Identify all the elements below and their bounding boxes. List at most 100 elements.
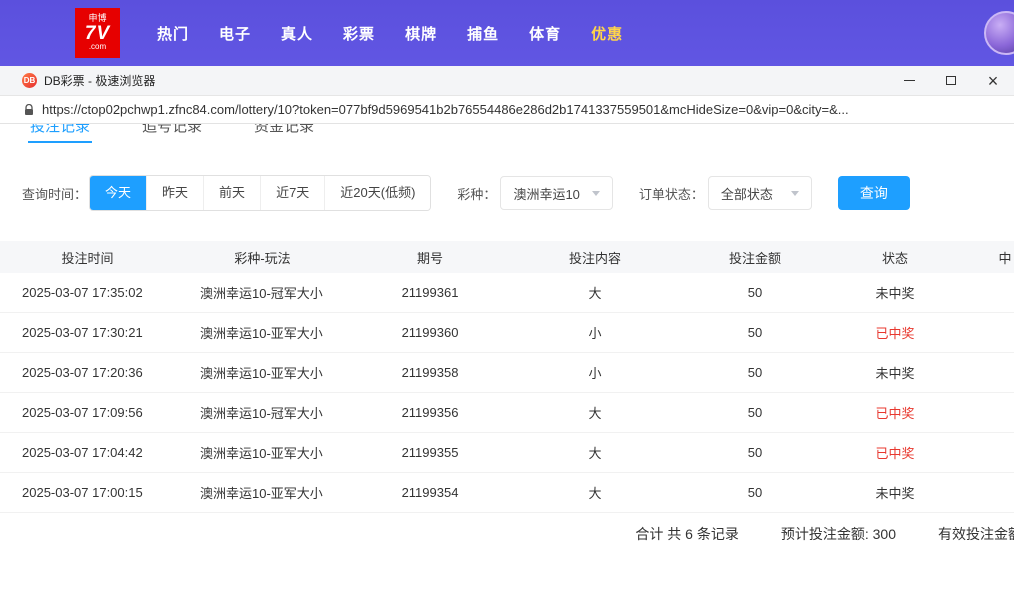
tab-bet-records[interactable]: 投注记录 bbox=[28, 124, 92, 143]
table-row: 2025-03-07 17:09:56 澳洲幸运10-冠军大小 21199356… bbox=[0, 393, 1014, 433]
cell-bet-time: 2025-03-07 17:09:56 bbox=[0, 405, 175, 420]
cell-bet-amount: 50 bbox=[680, 445, 830, 460]
cell-status: 未中奖 bbox=[830, 363, 960, 382]
time-option-today[interactable]: 今天 bbox=[90, 176, 146, 210]
cell-bet-content: 大 bbox=[510, 483, 680, 502]
table-header-row: 投注时间 彩种-玩法 期号 投注内容 投注金额 状态 中 bbox=[0, 241, 1014, 273]
time-range-group: 今天 昨天 前天 近7天 近20天(低频) bbox=[89, 175, 431, 211]
header-bet-content: 投注内容 bbox=[510, 248, 680, 267]
logo-sub-text: .com bbox=[89, 43, 106, 51]
cell-bet-amount: 50 bbox=[680, 365, 830, 380]
cell-bet-time: 2025-03-07 17:00:15 bbox=[0, 485, 175, 500]
close-icon: × bbox=[988, 72, 999, 90]
header-bet-time: 投注时间 bbox=[0, 248, 175, 267]
summary-bar: 合计 共 6 条记录 预计投注金额: 300 有效投注金额 bbox=[0, 513, 1014, 555]
cell-bet-amount: 50 bbox=[680, 405, 830, 420]
cell-issue: 21199361 bbox=[350, 285, 510, 300]
cell-issue: 21199356 bbox=[350, 405, 510, 420]
cell-bet-amount: 50 bbox=[680, 325, 830, 340]
search-button[interactable]: 查询 bbox=[838, 176, 910, 210]
cell-status: 已中奖 bbox=[830, 403, 960, 422]
nav-item-hot[interactable]: 热门 bbox=[142, 23, 204, 44]
cell-status: 已中奖 bbox=[830, 323, 960, 342]
header-status: 状态 bbox=[830, 248, 960, 267]
header-game-play: 彩种-玩法 bbox=[175, 248, 350, 267]
lottery-select[interactable]: 澳洲幸运10 bbox=[500, 176, 612, 210]
url-text: https://ctop02pchwp1.zfnc84.com/lottery/… bbox=[42, 102, 849, 117]
summary-total-records: 合计 共 6 条记录 bbox=[635, 524, 738, 544]
cell-game-play: 澳洲幸运10-亚军大小 bbox=[175, 323, 350, 342]
site-logo[interactable]: 申博 7V .com bbox=[75, 8, 120, 58]
cell-status: 未中奖 bbox=[830, 283, 960, 302]
cell-game-play: 澳洲幸运10-冠军大小 bbox=[175, 283, 350, 302]
tab-chase-records[interactable]: 追号记录 bbox=[140, 124, 204, 143]
maximize-icon bbox=[946, 76, 956, 85]
browser-window: DB DB彩票 - 极速浏览器 × https://ctop02pchwp1.z… bbox=[0, 66, 1014, 597]
tab-fund-records[interactable]: 资金记录 bbox=[252, 124, 316, 143]
cell-status: 已中奖 bbox=[830, 443, 960, 462]
header-win-amount-clipped: 中 bbox=[960, 248, 1014, 267]
cell-issue: 21199355 bbox=[350, 445, 510, 460]
db-app-icon: DB bbox=[22, 73, 37, 88]
main-menu: 热门 电子 真人 彩票 棋牌 捕鱼 体育 优惠 bbox=[142, 23, 638, 44]
minimize-icon bbox=[904, 80, 915, 81]
nav-item-fishing[interactable]: 捕鱼 bbox=[452, 23, 514, 44]
cell-bet-amount: 50 bbox=[680, 485, 830, 500]
cell-bet-amount: 50 bbox=[680, 285, 830, 300]
cell-game-play: 澳洲幸运10-冠军大小 bbox=[175, 403, 350, 422]
order-status-value: 全部状态 bbox=[721, 184, 773, 203]
cell-status: 未中奖 bbox=[830, 483, 960, 502]
table-row: 2025-03-07 17:04:42 澳洲幸运10-亚军大小 21199355… bbox=[0, 433, 1014, 473]
cell-issue: 21199358 bbox=[350, 365, 510, 380]
nav-item-board[interactable]: 棋牌 bbox=[390, 23, 452, 44]
cell-bet-content: 小 bbox=[510, 323, 680, 342]
nav-item-slots[interactable]: 电子 bbox=[204, 23, 266, 44]
nav-item-lottery[interactable]: 彩票 bbox=[328, 23, 390, 44]
cell-bet-content: 大 bbox=[510, 443, 680, 462]
nav-item-sports[interactable]: 体育 bbox=[514, 23, 576, 44]
window-controls: × bbox=[888, 66, 1014, 96]
chevron-down-icon bbox=[791, 191, 799, 196]
time-option-day-before[interactable]: 前天 bbox=[203, 176, 260, 210]
header-issue: 期号 bbox=[350, 248, 510, 267]
minimize-button[interactable] bbox=[888, 66, 930, 96]
cell-game-play: 澳洲幸运10-亚军大小 bbox=[175, 483, 350, 502]
user-avatar[interactable] bbox=[984, 11, 1014, 55]
logo-main-text: 7V bbox=[85, 24, 110, 44]
lottery-select-value: 澳洲幸运10 bbox=[513, 184, 579, 203]
lottery-filter-label: 彩种： bbox=[457, 184, 496, 203]
address-bar[interactable]: https://ctop02pchwp1.zfnc84.com/lottery/… bbox=[0, 96, 1014, 124]
cell-bet-content: 大 bbox=[510, 403, 680, 422]
nav-item-promo[interactable]: 优惠 bbox=[576, 23, 638, 44]
cell-bet-time: 2025-03-07 17:30:21 bbox=[0, 325, 175, 340]
time-option-yesterday[interactable]: 昨天 bbox=[146, 176, 203, 210]
cell-bet-time: 2025-03-07 17:20:36 bbox=[0, 365, 175, 380]
filter-bar: 查询时间： 今天 昨天 前天 近7天 近20天(低频) 彩种： 澳洲幸运10 订… bbox=[22, 175, 1014, 211]
lottery-page: 投注记录 追号记录 资金记录 查询时间： 今天 昨天 前天 近7天 近20天(低… bbox=[0, 124, 1014, 596]
cell-game-play: 澳洲幸运10-亚军大小 bbox=[175, 363, 350, 382]
chevron-down-icon bbox=[592, 191, 600, 196]
cell-issue: 21199360 bbox=[350, 325, 510, 340]
table-row: 2025-03-07 17:00:15 澳洲幸运10-亚军大小 21199354… bbox=[0, 473, 1014, 513]
close-button[interactable]: × bbox=[972, 66, 1014, 96]
window-title: DB彩票 - 极速浏览器 bbox=[44, 72, 155, 89]
record-tabs: 投注记录 追号记录 资金记录 bbox=[0, 124, 1014, 145]
maximize-button[interactable] bbox=[930, 66, 972, 96]
cell-bet-content: 小 bbox=[510, 363, 680, 382]
table-row: 2025-03-07 17:20:36 澳洲幸运10-亚军大小 21199358… bbox=[0, 353, 1014, 393]
bet-records-table: 投注时间 彩种-玩法 期号 投注内容 投注金额 状态 中 2025-03-07 … bbox=[0, 241, 1014, 513]
table-row: 2025-03-07 17:30:21 澳洲幸运10-亚军大小 21199360… bbox=[0, 313, 1014, 353]
nav-item-live[interactable]: 真人 bbox=[266, 23, 328, 44]
lock-icon bbox=[24, 104, 34, 116]
table-row: 2025-03-07 17:35:02 澳洲幸运10-冠军大小 21199361… bbox=[0, 273, 1014, 313]
cell-game-play: 澳洲幸运10-亚军大小 bbox=[175, 443, 350, 462]
summary-expected-amount: 预计投注金额: 300 bbox=[781, 524, 896, 544]
order-status-select[interactable]: 全部状态 bbox=[708, 176, 812, 210]
header-bet-amount: 投注金额 bbox=[680, 248, 830, 267]
time-option-20days[interactable]: 近20天(低频) bbox=[324, 176, 430, 210]
window-titlebar: DB DB彩票 - 极速浏览器 × bbox=[0, 66, 1014, 96]
time-option-7days[interactable]: 近7天 bbox=[260, 176, 324, 210]
cell-issue: 21199354 bbox=[350, 485, 510, 500]
cell-bet-time: 2025-03-07 17:04:42 bbox=[0, 445, 175, 460]
cell-bet-content: 大 bbox=[510, 283, 680, 302]
